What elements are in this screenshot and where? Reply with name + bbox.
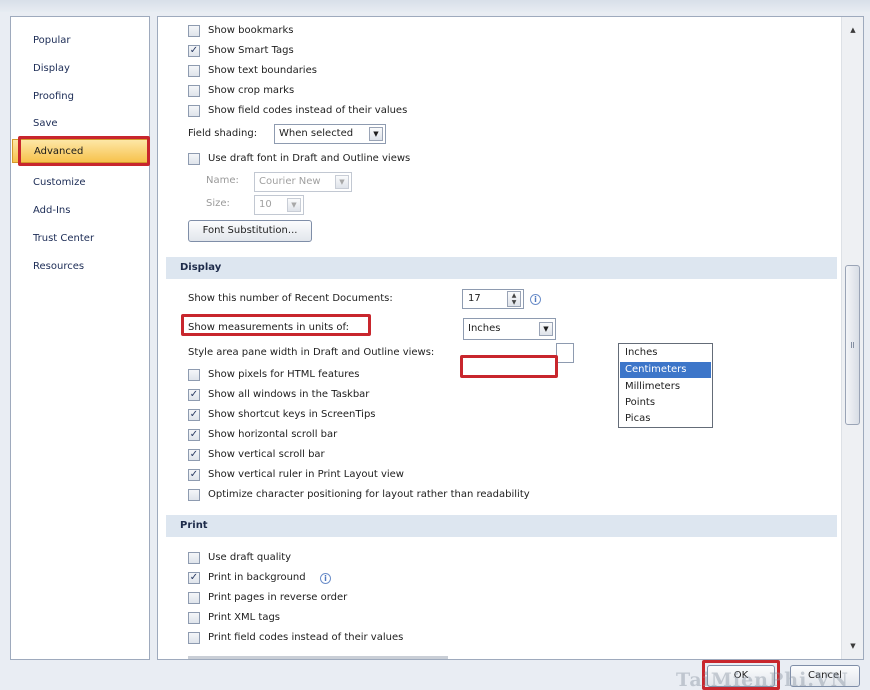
nav-item-display[interactable]: Display xyxy=(12,57,148,81)
scroll-down-icon[interactable]: ▼ xyxy=(846,639,860,653)
option-label: Show horizontal scroll bar xyxy=(208,429,338,440)
measurements-label: Show measurements in units of: xyxy=(188,322,350,333)
options-nav: Popular Display Proofing Save Advanced C… xyxy=(10,16,150,660)
checkbox[interactable] xyxy=(188,552,200,564)
field-shading-select[interactable]: When selected ▼ xyxy=(274,124,386,144)
field-shading-label: Field shading: xyxy=(188,128,258,139)
clipped-option-row xyxy=(188,651,448,659)
nav-item-resources[interactable]: Resources xyxy=(12,255,148,279)
option-label: Print in background xyxy=(208,572,306,583)
dropdown-option-points[interactable]: Points xyxy=(620,395,711,411)
measurement-units-dropdown: Inches Centimeters Millimeters Points Pi… xyxy=(618,343,713,428)
checkbox[interactable]: ✓ xyxy=(188,449,200,461)
chevron-down-icon[interactable]: ▼ xyxy=(539,322,553,336)
ok-button[interactable]: OK xyxy=(707,665,775,687)
checkbox[interactable] xyxy=(188,369,200,381)
info-icon: i xyxy=(320,573,331,584)
option-label: Show text boundaries xyxy=(208,65,317,76)
nav-item-trust-center[interactable]: Trust Center xyxy=(12,227,148,251)
nav-item-save[interactable]: Save xyxy=(12,112,148,136)
nav-item-customize[interactable]: Customize xyxy=(12,171,148,195)
option-label: Show vertical scroll bar xyxy=(208,449,325,460)
checkbox[interactable] xyxy=(188,25,200,37)
vertical-scrollbar[interactable]: ▲ ▼ xyxy=(841,17,863,659)
checkbox[interactable] xyxy=(188,65,200,77)
font-size-select[interactable]: 10 ▼ xyxy=(254,195,304,215)
spinner-arrows-icon[interactable]: ▲ ▼ xyxy=(507,291,521,307)
checkbox[interactable] xyxy=(188,105,200,117)
checkbox[interactable]: ✓ xyxy=(188,45,200,57)
checkbox[interactable]: ✓ xyxy=(188,469,200,481)
style-area-label: Style area pane width in Draft and Outli… xyxy=(188,347,435,358)
font-name-select[interactable]: Courier New ▼ xyxy=(254,172,352,192)
scrollbar-thumb[interactable] xyxy=(845,265,860,425)
option-label: Print field codes instead of their value… xyxy=(208,632,404,643)
checkbox[interactable] xyxy=(188,153,200,165)
window-frame-top xyxy=(0,0,870,12)
chevron-down-icon[interactable]: ▼ xyxy=(335,175,349,189)
option-label: Use draft font in Draft and Outline view… xyxy=(208,153,411,164)
checkbox[interactable]: ✓ xyxy=(188,389,200,401)
font-substitution-button[interactable]: Font Substitution... xyxy=(188,220,312,242)
option-label: Show bookmarks xyxy=(208,25,294,36)
option-label: Use draft quality xyxy=(208,552,292,563)
checkbox[interactable]: ✓ xyxy=(188,572,200,584)
option-label: Show all windows in the Taskbar xyxy=(208,389,370,400)
option-label: Show field codes instead of their values xyxy=(208,105,408,116)
option-label: Optimize character positioning for layou… xyxy=(208,489,530,500)
recent-documents-spinner[interactable]: 17 ▲ ▼ xyxy=(462,289,524,309)
field-shading-value: When selected xyxy=(279,128,354,139)
measurement-units-value: Inches xyxy=(468,323,501,334)
option-label: Show shortcut keys in ScreenTips xyxy=(208,409,376,420)
option-label: Print pages in reverse order xyxy=(208,592,348,603)
option-label: Show vertical ruler in Print Layout view xyxy=(208,469,404,480)
checkbox[interactable] xyxy=(188,592,200,604)
option-label: Show pixels for HTML features xyxy=(208,369,360,380)
grip-icon xyxy=(851,342,854,348)
section-header-print: Print xyxy=(166,515,837,537)
font-name-label: Name: xyxy=(206,175,239,186)
checkbox[interactable]: ✓ xyxy=(188,409,200,421)
checkbox[interactable] xyxy=(188,85,200,97)
recent-documents-value: 17 xyxy=(468,293,481,304)
checkbox[interactable]: ✓ xyxy=(188,429,200,441)
font-size-value: 10 xyxy=(259,199,272,210)
checkbox[interactable] xyxy=(188,612,200,624)
dropdown-option-centimeters[interactable]: Centimeters xyxy=(620,362,711,378)
options-content: Show bookmarks ✓ Show Smart Tags Show te… xyxy=(158,17,841,659)
style-area-input[interactable] xyxy=(556,343,574,363)
dropdown-option-millimeters[interactable]: Millimeters xyxy=(620,379,711,395)
recent-documents-label: Show this number of Recent Documents: xyxy=(188,293,393,304)
chevron-down-icon[interactable]: ▼ xyxy=(287,198,301,212)
nav-item-advanced[interactable]: Advanced xyxy=(12,139,148,163)
option-label: Print XML tags xyxy=(208,612,281,623)
measurement-units-select[interactable]: Inches ▼ xyxy=(463,318,556,340)
font-name-value: Courier New xyxy=(259,176,321,187)
option-label: Show Smart Tags xyxy=(208,45,294,56)
nav-item-add-ins[interactable]: Add-Ins xyxy=(12,199,148,223)
checkbox[interactable] xyxy=(188,632,200,644)
checkbox[interactable] xyxy=(188,489,200,501)
scroll-up-icon[interactable]: ▲ xyxy=(846,23,860,37)
advanced-options-panel: Show bookmarks ✓ Show Smart Tags Show te… xyxy=(157,16,864,660)
option-label: Show crop marks xyxy=(208,85,295,96)
nav-item-popular[interactable]: Popular xyxy=(12,29,148,53)
chevron-down-icon[interactable]: ▼ xyxy=(369,127,383,141)
cancel-button[interactable]: Cancel xyxy=(790,665,860,687)
section-header-display: Display xyxy=(166,257,837,279)
nav-item-proofing[interactable]: Proofing xyxy=(12,85,148,109)
dropdown-option-inches[interactable]: Inches xyxy=(620,345,711,361)
dropdown-option-picas[interactable]: Picas xyxy=(620,411,711,427)
info-icon: i xyxy=(530,294,541,305)
font-size-label: Size: xyxy=(206,198,230,209)
